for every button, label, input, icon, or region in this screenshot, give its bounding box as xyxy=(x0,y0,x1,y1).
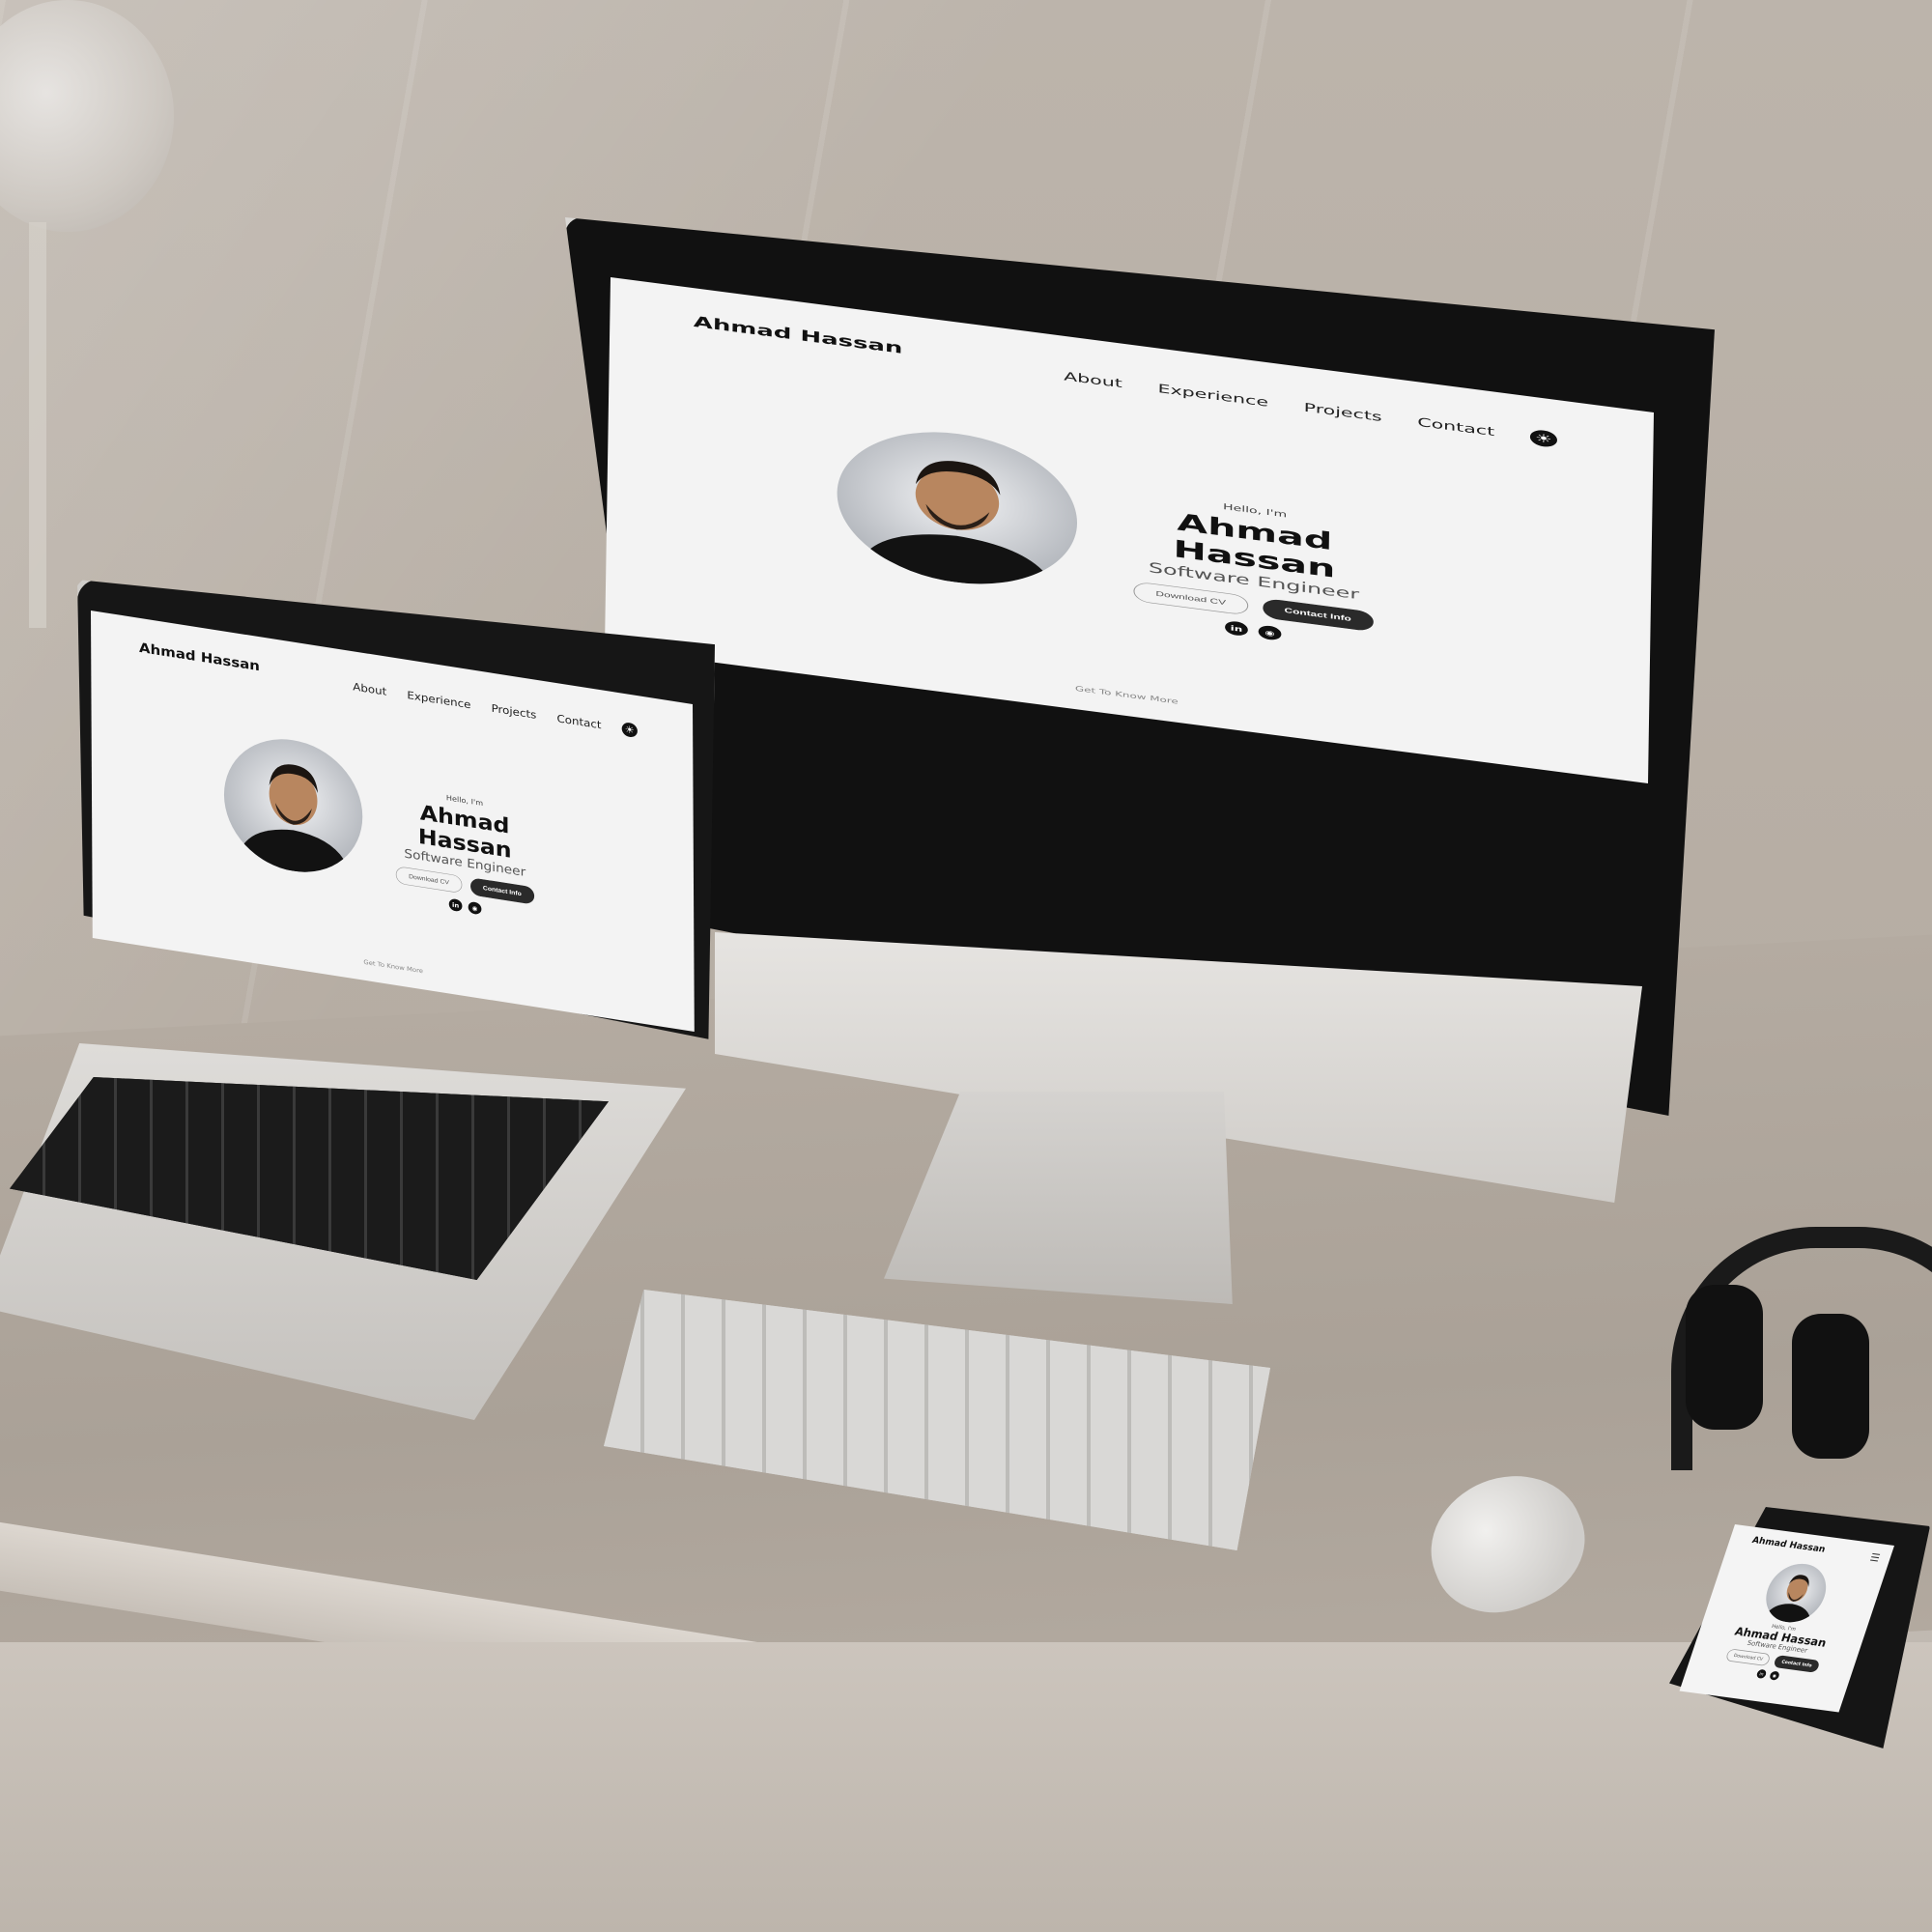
site-brand[interactable]: Ahmad Hassan xyxy=(139,639,260,673)
hamburger-menu-icon[interactable]: ☰ xyxy=(1868,1551,1881,1564)
linkedin-icon[interactable]: in xyxy=(1755,1668,1768,1679)
hero-section: Hello, I'm Ahmad Hassan Software Enginee… xyxy=(375,782,556,926)
site-brand[interactable]: Ahmad Hassan xyxy=(1751,1535,1828,1555)
nav-experience[interactable]: Experience xyxy=(1157,382,1268,410)
github-icon[interactable]: ◉ xyxy=(1769,1670,1780,1681)
sun-icon[interactable]: ☀ xyxy=(621,721,638,739)
nav-projects[interactable]: Projects xyxy=(1304,401,1382,425)
site-brand[interactable]: Ahmad Hassan xyxy=(694,313,903,357)
nav-projects[interactable]: Projects xyxy=(492,702,537,722)
headphones-cup-right xyxy=(1792,1314,1869,1459)
hero-section: Hello, I'm Ahmad Hassan Software Enginee… xyxy=(1096,486,1411,658)
lamp-pole xyxy=(29,222,46,628)
nav-about[interactable]: About xyxy=(1064,369,1122,390)
linkedin-icon[interactable]: in xyxy=(448,897,463,913)
contact-info-button[interactable]: Contact Info xyxy=(469,877,534,905)
site-nav: About Experience Projects Contact ☀ xyxy=(353,680,638,739)
download-cv-button[interactable]: Download CV xyxy=(1724,1648,1772,1667)
nav-about[interactable]: About xyxy=(353,681,386,698)
floor xyxy=(0,1642,1932,1932)
profile-photo-illustration xyxy=(1763,1575,1810,1626)
download-cv-button[interactable]: Download CV xyxy=(395,866,463,894)
sun-icon[interactable]: ☀ xyxy=(1529,428,1558,449)
profile-avatar xyxy=(1758,1560,1834,1626)
github-icon[interactable]: ◉ xyxy=(1258,624,1282,641)
linkedin-icon[interactable]: in xyxy=(1224,620,1248,638)
profile-avatar xyxy=(836,418,1079,598)
profile-photo-illustration xyxy=(236,764,353,881)
hero-section: Hello, I'm Ahmad Hassan Software Enginee… xyxy=(1687,1614,1864,1690)
profile-avatar xyxy=(223,729,363,882)
profile-photo-illustration xyxy=(857,461,1058,596)
nav-experience[interactable]: Experience xyxy=(407,689,470,711)
nav-contact[interactable]: Contact xyxy=(1417,415,1494,439)
contact-info-button[interactable]: Contact Info xyxy=(1773,1655,1821,1673)
headphones-cup-left xyxy=(1686,1285,1763,1430)
github-icon[interactable]: ◉ xyxy=(468,900,482,916)
nav-contact[interactable]: Contact xyxy=(556,713,601,732)
